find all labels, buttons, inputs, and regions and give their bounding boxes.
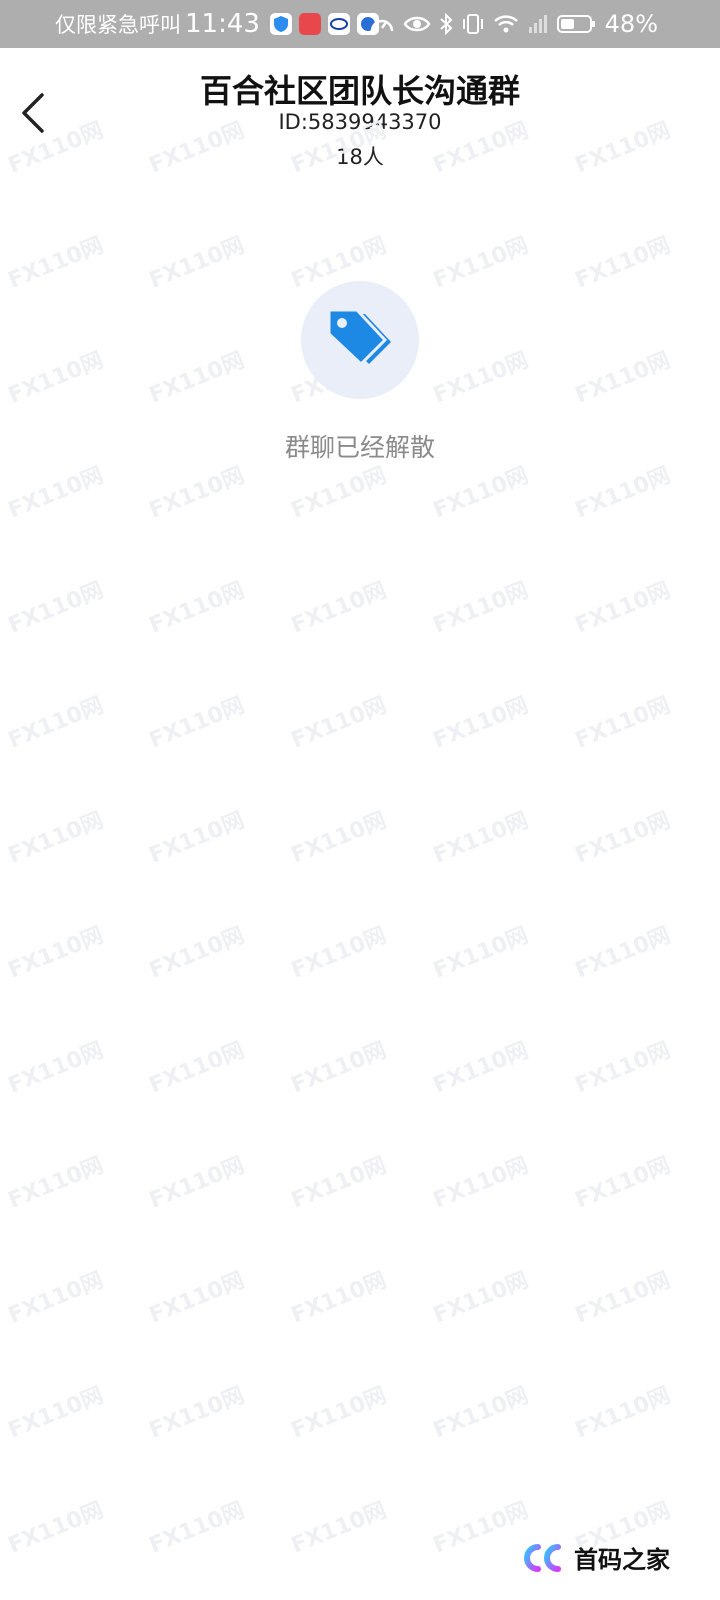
- watermark-text: FX110网: [4, 693, 107, 754]
- watermark-text: FX110网: [145, 463, 248, 524]
- watermark-text: FX110网: [4, 1383, 107, 1444]
- watermark-text: FX110网: [287, 1498, 390, 1559]
- watermark-text: FX110网: [4, 808, 107, 869]
- watermark-text: FX110网: [287, 693, 390, 754]
- watermark-text: FX110网: [429, 578, 532, 639]
- watermark-text: FX110网: [429, 808, 532, 869]
- watermark-text: FX110网: [571, 1153, 674, 1214]
- battery-icon: [556, 15, 595, 33]
- watermark-text: FX110网: [4, 348, 107, 409]
- watermark-text: FX110网: [145, 348, 248, 409]
- watermark-text: FX110网: [4, 1268, 107, 1329]
- watermark-text: FX110网: [287, 1268, 390, 1329]
- tag-icon: [327, 308, 391, 367]
- watermark-text: FX110网: [145, 233, 248, 294]
- watermark-text: FX110网: [287, 1153, 390, 1214]
- watermark-text: FX110网: [571, 1383, 674, 1444]
- battery-percent: 48%: [604, 10, 658, 38]
- watermark-text: FX110网: [145, 1268, 248, 1329]
- watermark-text: FX110网: [4, 578, 107, 639]
- signal-icon: [528, 15, 547, 33]
- watermark-text: FX110网: [145, 578, 248, 639]
- watermark-text: FX110网: [287, 808, 390, 869]
- red-app-icon: [298, 13, 321, 35]
- watermark-text: FX110网: [4, 1498, 107, 1559]
- watermark-text: FX110网: [429, 463, 532, 524]
- watermark-text: FX110网: [145, 1153, 248, 1214]
- watermark-text: FX110网: [571, 693, 674, 754]
- watermark-text: FX110网: [429, 1268, 532, 1329]
- watermark-text: FX110网: [4, 923, 107, 984]
- clock: 11:43: [185, 9, 260, 39]
- watermark-text: FX110网: [287, 578, 390, 639]
- vibrate-icon: [462, 14, 483, 34]
- shield-app-icon: [269, 13, 292, 35]
- watermark-text: FX110网: [571, 233, 674, 294]
- watermark-text: FX110网: [571, 463, 674, 524]
- watermark-text: FX110网: [571, 578, 674, 639]
- watermark-text: FX110网: [429, 233, 532, 294]
- brand-logo: 首码之家: [518, 1540, 670, 1575]
- status-bar: 仅限紧急呼叫 11:43 48%: [0, 0, 720, 48]
- watermark-text: FX110网: [145, 1383, 248, 1444]
- empty-state-icon-circle: [301, 281, 419, 399]
- watermark-text: FX110网: [429, 1383, 532, 1444]
- brand-cc-icon: [524, 1543, 561, 1572]
- watermark-text: FX110网: [429, 1153, 532, 1214]
- watermark-text: FX110网: [145, 923, 248, 984]
- brand-name: 首码之家: [574, 1546, 670, 1574]
- carrier-label: 仅限紧急呼叫: [55, 13, 181, 37]
- blue-badge-app-icon: [327, 13, 350, 35]
- eye-icon: [403, 16, 431, 32]
- wifi-icon: [493, 15, 518, 33]
- watermark-text: FX110网: [4, 1153, 107, 1214]
- watermark-text: FX110网: [4, 233, 107, 294]
- watermark-text: FX110网: [4, 463, 107, 524]
- group-title: 百合社区团队长沟通群: [199, 72, 520, 110]
- watermark-text: FX110网: [287, 923, 390, 984]
- watermark-text: FX110网: [145, 693, 248, 754]
- watermark-text: FX110网: [571, 348, 674, 409]
- watermark-text: FX110网: [287, 463, 390, 524]
- watermark-text: FX110网: [571, 1268, 674, 1329]
- watermark-text: FX110网: [145, 808, 248, 869]
- watermark-text: FX110网: [429, 1498, 532, 1559]
- watermark-text: FX110网: [429, 693, 532, 754]
- watermark-text: FX110网: [429, 923, 532, 984]
- bluetooth-icon: [439, 13, 453, 35]
- speedometer-icon: [370, 19, 393, 32]
- watermark-text: FX110网: [145, 1038, 248, 1099]
- watermark-text: FX110网: [429, 1038, 532, 1099]
- watermark-text: FX110网: [287, 1383, 390, 1444]
- watermark-text: FX110网: [287, 1038, 390, 1099]
- watermark-text: FX110网: [4, 1038, 107, 1099]
- watermark-text: FX110网: [429, 348, 532, 409]
- watermark-text: FX110网: [145, 1498, 248, 1559]
- watermark-text: FX110网: [571, 808, 674, 869]
- watermark-text: FX110网: [571, 1038, 674, 1099]
- empty-state-message: 群聊已经解散: [284, 433, 435, 462]
- watermark-text: FX110网: [571, 923, 674, 984]
